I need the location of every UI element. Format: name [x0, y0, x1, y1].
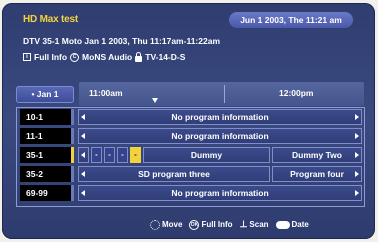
program-cell[interactable]: Dummy — [143, 147, 270, 163]
program-cell[interactable]: No program information — [78, 109, 362, 125]
audio-label: MoNS Audio — [82, 52, 133, 62]
channel-row: 10-1 No program information — [17, 108, 364, 126]
channel-number[interactable]: 35-2 — [20, 166, 74, 182]
arrow-right-icon — [355, 133, 359, 139]
program-cell[interactable]: Program four — [272, 166, 362, 182]
audio-icon: C — [70, 52, 80, 62]
hint-move: Move — [150, 219, 183, 230]
arrow-right-icon — [355, 190, 359, 196]
current-datetime: Jun 1 2003, The 11:21 am — [229, 12, 353, 28]
arrow-left-icon — [81, 114, 85, 120]
arrow-right-icon — [355, 152, 359, 158]
date-button-icon — [275, 220, 290, 229]
hint-scan: ⊥ Scan — [240, 219, 269, 230]
time-slot-1: 11:00am — [89, 88, 123, 98]
scan-icon: ⊥ — [239, 219, 248, 229]
date-selector[interactable]: • Jan 1 — [16, 86, 74, 103]
program-details: DTV 35-1 Moto Jan 1 2003, Thu 11:17am-11… — [23, 36, 221, 46]
program-mini-cell[interactable]: - — [117, 147, 128, 163]
program-cell[interactable]: Dummy Two — [272, 147, 362, 163]
program-title: Dummy Two — [292, 150, 342, 160]
hint-date: Date — [275, 220, 309, 229]
channel-row: 69-99 No program information — [17, 184, 364, 202]
channel-row: 35-2 SD program three Program four — [17, 165, 364, 183]
time-slot-2: 12:00pm — [279, 88, 314, 98]
lock-icon — [135, 51, 143, 62]
program-title: No program information — [171, 112, 269, 122]
footer-hints: Move OK Full Info ⊥ Scan Date — [150, 219, 309, 230]
epg-screen: HD Max test Jun 1 2003, The 11:21 am DTV… — [2, 3, 375, 239]
channel-number[interactable]: 10-1 — [20, 109, 74, 125]
arrow-right-icon — [355, 171, 359, 177]
arrow-left-icon — [81, 152, 85, 158]
program-mini-cell-selected[interactable]: - — [130, 147, 141, 163]
program-cell[interactable]: No program information — [78, 185, 362, 201]
epg-title: HD Max test — [23, 14, 79, 25]
hint-move-label: Move — [162, 220, 183, 229]
program-cell[interactable]: No program information — [78, 128, 362, 144]
program-mini-cell[interactable]: - — [91, 147, 102, 163]
program-title: SD program three — [138, 169, 210, 179]
program-title: No program information — [171, 131, 269, 141]
rating-label: TV-14-D-S — [145, 52, 186, 62]
program-title: Program four — [290, 169, 344, 179]
hint-full-info-label: Full Info — [201, 220, 233, 229]
program-mini-cell[interactable]: - — [104, 147, 115, 163]
program-info-bar: i Full Info C MoNS Audio TV-14-D-S — [23, 51, 186, 62]
hint-date-label: Date — [291, 220, 309, 229]
ok-button-icon: OK — [189, 219, 200, 230]
time-divider — [224, 85, 225, 103]
dpad-icon — [150, 219, 160, 230]
arrow-left-icon — [81, 190, 85, 196]
channel-row: 35-1 - - - - Dummy Dummy Two — [17, 146, 364, 164]
channel-number[interactable]: 35-1 — [20, 147, 74, 163]
hint-full-info: OK Full Info — [189, 219, 233, 230]
arrow-left-icon — [81, 171, 85, 177]
program-title: Dummy — [190, 150, 223, 160]
program-cell[interactable] — [78, 147, 89, 163]
hint-scan-label: Scan — [249, 220, 269, 229]
arrow-left-icon — [81, 133, 85, 139]
channel-number[interactable]: 69-99 — [20, 185, 74, 201]
program-title: No program information — [171, 188, 269, 198]
program-cell[interactable]: SD program three — [78, 166, 270, 182]
full-info-label: Full Info — [34, 52, 68, 62]
arrow-right-icon — [355, 114, 359, 120]
full-info-icon: i — [23, 53, 31, 61]
current-time-marker-icon — [152, 98, 158, 103]
channel-row: 11-1 No program information — [17, 127, 364, 145]
channel-number[interactable]: 11-1 — [20, 128, 74, 144]
time-bar: 11:00am 12:00pm — [79, 82, 364, 106]
